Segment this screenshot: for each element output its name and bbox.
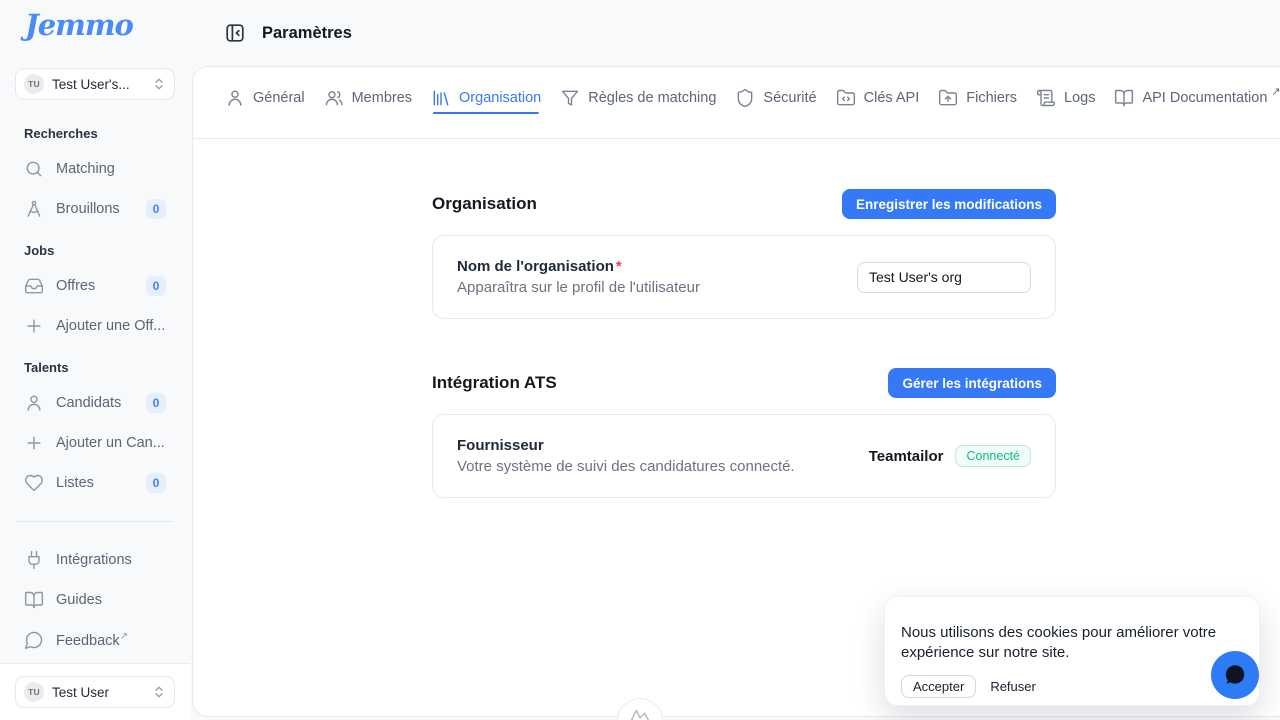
panel-left-collapse-icon bbox=[224, 22, 246, 44]
sidebar-item-label: Offres bbox=[56, 278, 134, 294]
organisation-name-input[interactable] bbox=[857, 262, 1031, 293]
folder-code-icon bbox=[836, 88, 856, 108]
sidebar-item-label: Candidats bbox=[56, 395, 134, 411]
connected-status-badge: Connecté bbox=[955, 445, 1031, 467]
ats-section-header: Intégration ATS Gérer les intégrations bbox=[432, 368, 1056, 398]
save-changes-button[interactable]: Enregistrer les modifications bbox=[842, 189, 1056, 219]
compass-icon bbox=[24, 199, 44, 219]
users-icon bbox=[324, 88, 344, 108]
sidebar-item-label: Listes bbox=[56, 475, 134, 491]
tab-logs[interactable]: Logs bbox=[1036, 67, 1095, 128]
user-icon bbox=[225, 88, 245, 108]
sidebar-item-ajouter-offre[interactable]: Ajouter une Off... bbox=[8, 306, 182, 346]
sidebar-item-candidats[interactable]: Candidats 0 bbox=[8, 383, 182, 423]
sidebar-item-integrations[interactable]: Intégrations bbox=[8, 540, 182, 580]
external-link-icon: ↗ bbox=[120, 631, 128, 642]
sidebar-item-listes[interactable]: Listes 0 bbox=[8, 463, 182, 503]
top-bar: Paramètres bbox=[190, 0, 1280, 66]
nav-section-jobs: Jobs bbox=[8, 243, 182, 258]
provider-name: Teamtailor bbox=[869, 448, 944, 465]
user-avatar: TU bbox=[24, 682, 44, 702]
sidebar-divider bbox=[16, 521, 174, 522]
filter-icon bbox=[560, 88, 580, 108]
sidebar-item-label: Guides bbox=[56, 592, 166, 608]
nav-section-talents: Talents bbox=[8, 360, 182, 375]
count-badge: 0 bbox=[146, 393, 166, 413]
count-badge: 0 bbox=[146, 199, 166, 219]
organisation-name-help: Apparaîtra sur le profil de l'utilisateu… bbox=[457, 279, 700, 296]
organisation-selector[interactable]: TU Test User's... bbox=[15, 68, 175, 100]
sidebar-item-feedback[interactable]: Feedback↗ bbox=[8, 620, 182, 660]
sidebar-item-label: Intégrations bbox=[56, 552, 166, 568]
accept-cookies-button[interactable]: Accepter bbox=[901, 675, 976, 698]
external-link-icon: ↗ bbox=[1271, 85, 1280, 98]
sidebar-item-label: Ajouter un Can... bbox=[56, 435, 166, 451]
sidebar-item-guides[interactable]: Guides bbox=[8, 580, 182, 620]
ats-provider-card: Fournisseur Votre système de suivi des c… bbox=[432, 414, 1056, 498]
cookie-banner: Nous utilisons des cookies pour améliore… bbox=[884, 596, 1260, 706]
tab-cles-api[interactable]: Clés API bbox=[836, 67, 920, 128]
nav-section-recherches: Recherches bbox=[8, 126, 182, 141]
organisation-section-title: Organisation bbox=[432, 194, 537, 214]
ats-section-title: Intégration ATS bbox=[432, 373, 557, 393]
cookie-message: Nous utilisons des cookies pour améliore… bbox=[901, 623, 1231, 663]
org-avatar: TU bbox=[24, 74, 44, 94]
chat-widget-button[interactable] bbox=[1211, 651, 1259, 699]
user-selector-label: Test User bbox=[52, 685, 144, 700]
tab-general[interactable]: Général bbox=[225, 67, 305, 128]
jemmo-logo: Jemmo bbox=[0, 0, 190, 42]
chat-bubble-icon bbox=[1222, 662, 1248, 688]
sidebar-item-label: Matching bbox=[56, 161, 166, 177]
settings-content: Organisation Enregistrer les modificatio… bbox=[432, 139, 1056, 498]
sidebar-item-offres[interactable]: Offres 0 bbox=[8, 266, 182, 306]
count-badge: 0 bbox=[146, 276, 166, 296]
scroll-icon bbox=[1036, 88, 1056, 108]
manage-integrations-button[interactable]: Gérer les intégrations bbox=[888, 368, 1056, 398]
chat-icon bbox=[24, 630, 44, 650]
tab-api-documentation[interactable]: API Documentation ↗ bbox=[1114, 67, 1280, 128]
chevrons-up-down-icon bbox=[152, 685, 166, 699]
organisation-name-label: Nom de l'organisation* bbox=[457, 258, 700, 275]
sidebar-item-label: Feedback↗ bbox=[56, 631, 166, 649]
tab-membres[interactable]: Membres bbox=[324, 67, 412, 128]
organisation-name-card: Nom de l'organisation* Apparaîtra sur le… bbox=[432, 235, 1056, 319]
tab-fichiers[interactable]: Fichiers bbox=[938, 67, 1017, 128]
sidebar-item-brouillons[interactable]: Brouillons 0 bbox=[8, 189, 182, 229]
sidebar-item-matching[interactable]: Matching bbox=[8, 149, 182, 189]
org-selector-label: Test User's... bbox=[52, 77, 144, 92]
plus-icon bbox=[24, 316, 44, 336]
sidebar-item-label: Brouillons bbox=[56, 201, 134, 217]
folder-up-icon bbox=[938, 88, 958, 108]
chevrons-up-down-icon bbox=[152, 77, 166, 91]
library-icon bbox=[431, 88, 451, 108]
tab-organisation[interactable]: Organisation bbox=[431, 67, 541, 128]
count-badge: 0 bbox=[146, 473, 166, 493]
plus-icon bbox=[24, 433, 44, 453]
provider-help: Votre système de suivi des candidatures … bbox=[457, 458, 795, 475]
sidebar-footer: TU Test User bbox=[0, 663, 190, 720]
settings-tabbar: Général Membres Organisation Règles de m… bbox=[193, 67, 1280, 139]
inbox-icon bbox=[24, 276, 44, 296]
provider-label: Fournisseur bbox=[457, 437, 795, 454]
book-open-icon bbox=[1114, 88, 1134, 108]
tab-securite[interactable]: Sécurité bbox=[735, 67, 816, 128]
tab-regles-de-matching[interactable]: Règles de matching bbox=[560, 67, 716, 128]
search-icon bbox=[24, 159, 44, 179]
page-title: Paramètres bbox=[262, 24, 352, 43]
organisation-section-header: Organisation Enregistrer les modificatio… bbox=[432, 189, 1056, 219]
sidebar-nav: Recherches Matching Brouillons 0 Jobs Of… bbox=[0, 100, 190, 700]
book-icon bbox=[24, 590, 44, 610]
collapse-sidebar-button[interactable] bbox=[222, 20, 248, 46]
heart-icon bbox=[24, 473, 44, 493]
user-selector[interactable]: TU Test User bbox=[15, 676, 175, 708]
sidebar-item-ajouter-candidat[interactable]: Ajouter un Can... bbox=[8, 423, 182, 463]
shield-icon bbox=[735, 88, 755, 108]
mountains-icon bbox=[629, 705, 651, 720]
refuse-cookies-button[interactable]: Refuser bbox=[990, 679, 1036, 694]
user-icon bbox=[24, 393, 44, 413]
required-asterisk: * bbox=[616, 258, 622, 275]
sidebar: Jemmo TU Test User's... Recherches Match… bbox=[0, 0, 190, 720]
plug-icon bbox=[24, 550, 44, 570]
sidebar-item-label: Ajouter une Off... bbox=[56, 318, 166, 334]
